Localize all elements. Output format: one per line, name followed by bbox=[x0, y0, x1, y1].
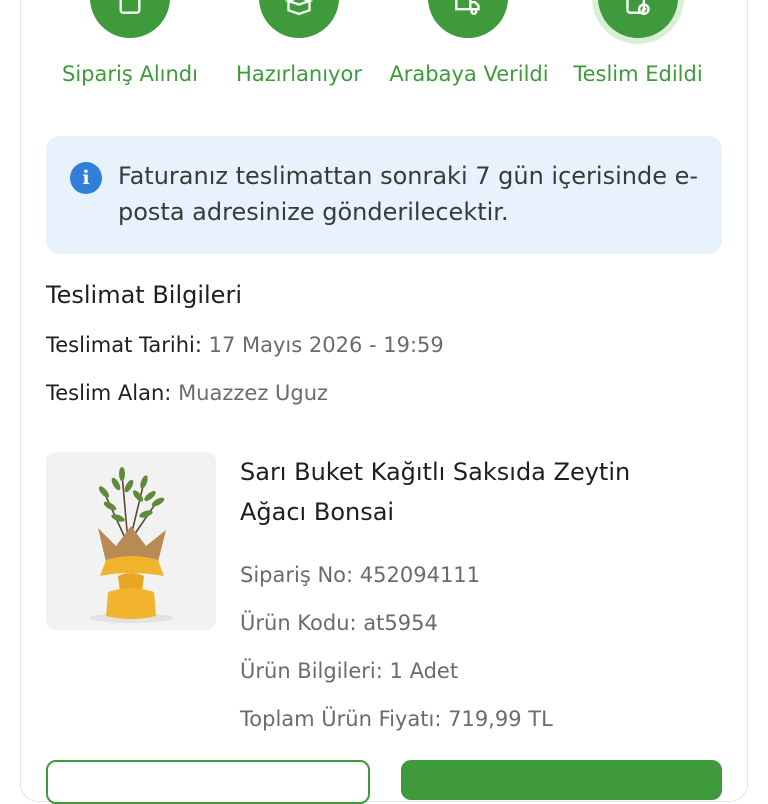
product-price-label: Toplam Ürün Fiyatı: bbox=[240, 707, 442, 731]
product-info-label: Ürün Bilgileri: bbox=[240, 659, 383, 683]
receiver-row: Teslim Alan: Muazzez Uguz bbox=[46, 381, 328, 405]
product-price-row: Toplam Ürün Fiyatı: 719,99 TL bbox=[240, 707, 553, 731]
receiver-value: Muazzez Uguz bbox=[178, 381, 329, 405]
product-code-label: Ürün Kodu: bbox=[240, 611, 357, 635]
product-info-value: 1 Adet bbox=[389, 659, 459, 683]
delivery-section-title: Teslimat Bilgileri bbox=[46, 281, 242, 309]
step-label-delivered: Teslim Edildi bbox=[573, 62, 703, 86]
order-no-value: 452094111 bbox=[359, 563, 481, 587]
step-label-ordered: Sipariş Alındı bbox=[62, 62, 198, 86]
info-icon: i bbox=[70, 162, 102, 194]
delivery-date-value: 17 Mayıs 2026 - 19:59 bbox=[208, 333, 444, 357]
step-label-preparing: Hazırlanıyor bbox=[236, 62, 362, 86]
delivery-date-label: Teslimat Tarihi: bbox=[46, 333, 202, 357]
invoice-info-text: Faturanız teslimattan sonraki 7 gün içer… bbox=[118, 162, 699, 226]
product-info-row: Ürün Bilgileri: 1 Adet bbox=[240, 659, 458, 683]
step-label-shipped: Arabaya Verildi bbox=[389, 62, 549, 86]
product-code-value: at5954 bbox=[363, 611, 438, 635]
product-name[interactable]: Sarı Buket Kağıtlı Saksıda Zeytin Ağacı … bbox=[240, 452, 680, 532]
delivery-date-row: Teslimat Tarihi: 17 Mayıs 2026 - 19:59 bbox=[46, 333, 444, 357]
order-no-label: Sipariş No: bbox=[240, 563, 354, 587]
invoice-info-box: i Faturanız teslimattan sonraki 7 gün iç… bbox=[46, 136, 722, 254]
order-no-row: Sipariş No: 452094111 bbox=[240, 563, 480, 587]
product-image[interactable] bbox=[46, 452, 216, 630]
product-code-row: Ürün Kodu: at5954 bbox=[240, 611, 438, 635]
receiver-label: Teslim Alan: bbox=[46, 381, 172, 405]
product-price-value: 719,99 TL bbox=[448, 707, 553, 731]
secondary-action-button[interactable] bbox=[46, 760, 370, 804]
primary-action-button[interactable] bbox=[401, 760, 722, 800]
